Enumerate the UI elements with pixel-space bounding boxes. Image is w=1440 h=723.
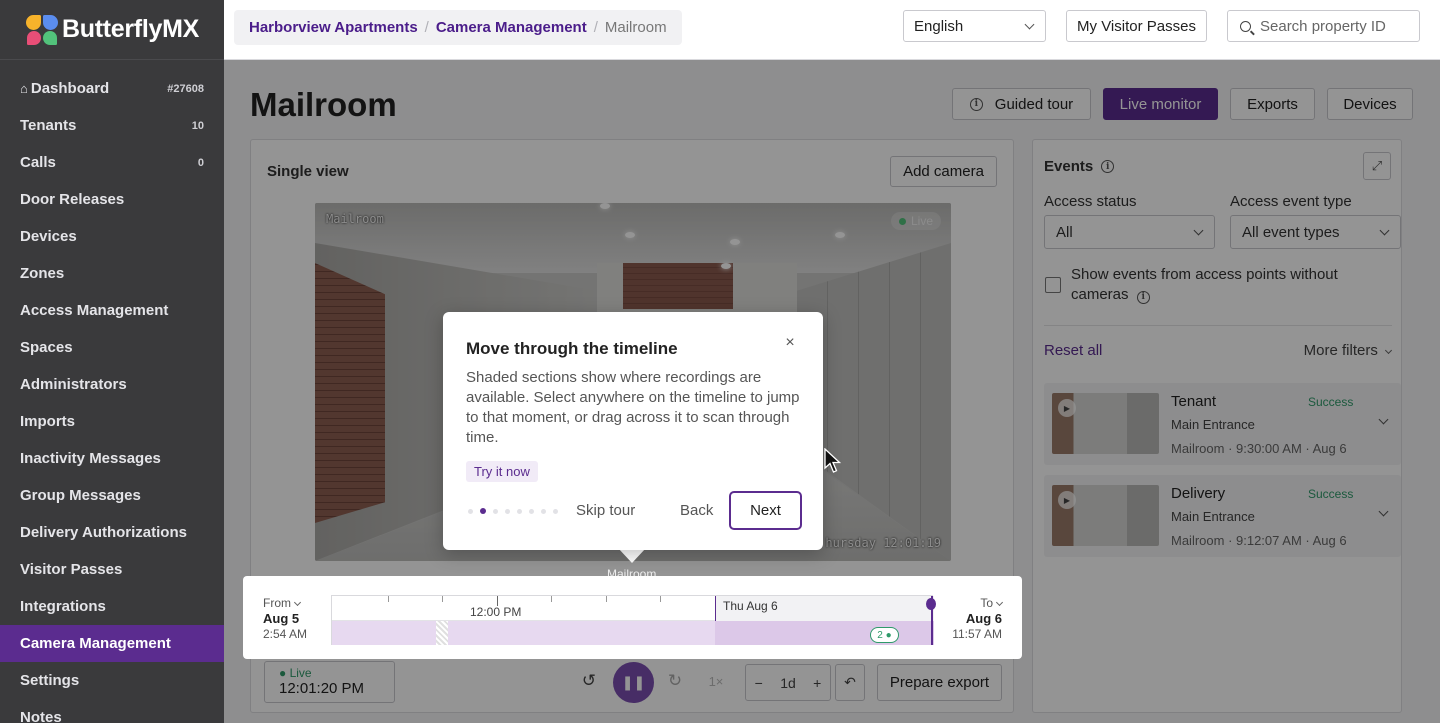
sidebar-item-group-messages[interactable]: Group Messages: [0, 477, 224, 514]
sidebar-item-camera-management[interactable]: Camera Management: [0, 625, 224, 662]
sidebar-item-label: Imports: [20, 413, 76, 430]
progress-dot: [505, 508, 510, 514]
day-date: Aug 6: [746, 599, 778, 613]
sidebar-item-label: Notes: [20, 709, 62, 723]
timeline: From Aug 5 2:54 AM 12:00 PM Thu Aug 6 2 …: [243, 576, 1022, 659]
property-id-badge: #27608: [167, 82, 204, 95]
progress-dot-active: [480, 508, 486, 514]
sidebar-item-label: Tenants: [20, 117, 77, 134]
tour-progress: [468, 508, 558, 514]
breadcrumb-property[interactable]: Harborview Apartments: [249, 19, 418, 36]
close-icon[interactable]: ×: [782, 334, 798, 351]
sidebar-item-label: Integrations: [20, 598, 106, 615]
timeline-day-label: Thu Aug 6: [715, 596, 934, 621]
sidebar-item-label: Calls: [20, 154, 56, 171]
event-count: 2: [877, 629, 883, 641]
playhead-handle[interactable]: [926, 598, 936, 610]
topbar: Harborview Apartments / Camera Managemen…: [224, 0, 1440, 60]
sidebar-item-inactivity-messages[interactable]: Inactivity Messages: [0, 440, 224, 477]
progress-dot: [517, 508, 522, 514]
timeline-track[interactable]: 12:00 PM Thu Aug 6 2 ●: [331, 595, 936, 645]
progress-dot: [493, 508, 498, 514]
sidebar-item-label: Access Management: [20, 302, 169, 319]
from-label: From: [263, 596, 291, 610]
sidebar-item-label: Zones: [20, 265, 65, 282]
sidebar-item-devices[interactable]: Devices: [0, 218, 224, 255]
recording-gap: [436, 621, 448, 645]
sidebar-item-label: Devices: [20, 228, 77, 245]
sidebar-nav: ⌂ Dashboard #27608 Tenants 10 Calls 0 Door …: [0, 60, 224, 723]
breadcrumb-separator: /: [424, 19, 429, 36]
sidebar-item-administrators[interactable]: Administrators: [0, 366, 224, 403]
tour-title: Move through the timeline: [466, 339, 678, 358]
to-date: Aug 6: [965, 611, 1002, 626]
event-cluster-badge[interactable]: 2 ●: [870, 627, 899, 643]
chevron-down-icon: [293, 598, 302, 607]
progress-dot: [553, 508, 558, 514]
sidebar-item-label: Camera Management: [20, 635, 171, 652]
count-badge: 0: [197, 156, 204, 169]
progress-dot: [468, 508, 473, 514]
sidebar-item-label: Inactivity Messages: [20, 450, 161, 467]
property-search[interactable]: [1227, 10, 1420, 42]
breadcrumb: Harborview Apartments / Camera Managemen…: [234, 10, 682, 45]
breadcrumb-current: Mailroom: [604, 19, 667, 36]
sidebar-item-tenants[interactable]: Tenants 10: [0, 107, 224, 144]
to-label: To: [980, 596, 993, 610]
search-icon: [1240, 20, 1251, 32]
skip-tour-button[interactable]: Skip tour: [576, 502, 635, 519]
home-icon: ⌂: [20, 81, 28, 96]
sidebar-item-delivery-authorizations[interactable]: Delivery Authorizations: [0, 514, 224, 551]
brand-name: ButterflyMX: [62, 15, 199, 43]
sidebar-item-dashboard[interactable]: ⌂ Dashboard #27608: [0, 70, 224, 107]
from-date: Aug 5: [263, 611, 300, 626]
sidebar-item-calls[interactable]: Calls 0: [0, 144, 224, 181]
progress-dot: [541, 508, 546, 514]
sidebar-item-label: Delivery Authorizations: [20, 524, 187, 541]
day-name: Thu: [723, 599, 744, 613]
sidebar-item-label: Settings: [20, 672, 80, 689]
count-badge: 10: [191, 119, 204, 132]
tour-body: Shaded sections show where recordings ar…: [466, 369, 800, 446]
brand-logo[interactable]: ButterflyMX: [0, 0, 224, 60]
my-visitor-passes-button[interactable]: My Visitor Passes: [1066, 10, 1207, 42]
timeline-time-label: 12:00 PM: [470, 605, 522, 619]
sidebar-item-imports[interactable]: Imports: [0, 403, 224, 440]
breadcrumb-separator: /: [593, 19, 598, 36]
sidebar-item-label: Spaces: [20, 339, 73, 356]
tour-dialog: Move through the timeline × Shaded secti…: [443, 312, 823, 550]
mouse-cursor-icon: [824, 448, 842, 473]
try-it-now-badge: Try it now: [466, 461, 538, 482]
next-button[interactable]: Next: [729, 491, 802, 530]
language-select[interactable]: English: [903, 10, 1046, 42]
butterfly-icon: [26, 14, 58, 45]
sidebar-item-label: Administrators: [20, 376, 127, 393]
tour-dialog-pointer: [618, 548, 646, 563]
sidebar-item-label: Door Releases: [20, 191, 125, 208]
language-value: English: [914, 17, 964, 35]
sidebar-item-label: Group Messages: [20, 487, 141, 504]
from-time: 2:54 AM: [263, 627, 308, 641]
search-input[interactable]: [1260, 17, 1410, 35]
sidebar-item-access-management[interactable]: Access Management: [0, 292, 224, 329]
sidebar-item-visitor-passes[interactable]: Visitor Passes: [0, 551, 224, 588]
to-time: 11:57 AM: [952, 627, 1002, 641]
chevron-down-icon: [1024, 19, 1035, 29]
timeline-from[interactable]: From Aug 5 2:54 AM: [263, 596, 307, 642]
sidebar-item-label: Dashboard: [30, 80, 110, 97]
sidebar-item-label: Visitor Passes: [20, 561, 123, 578]
chevron-down-icon: [995, 598, 1004, 607]
sidebar-item-zones[interactable]: Zones: [0, 255, 224, 292]
breadcrumb-camera-management[interactable]: Camera Management: [436, 19, 587, 36]
recording-segment[interactable]: [715, 621, 934, 645]
sidebar-item-notes[interactable]: Notes: [0, 699, 224, 723]
sidebar: ButterflyMX ⌂ Dashboard #27608 Tenants 10 …: [0, 0, 224, 723]
sidebar-item-door-releases[interactable]: Door Releases: [0, 181, 224, 218]
sidebar-item-spaces[interactable]: Spaces: [0, 329, 224, 366]
sidebar-item-integrations[interactable]: Integrations: [0, 588, 224, 625]
progress-dot: [529, 508, 534, 514]
back-button[interactable]: Back: [680, 502, 713, 519]
timeline-to[interactable]: To Aug 6 11:57 AM: [952, 596, 1004, 642]
sidebar-item-settings[interactable]: Settings: [0, 662, 224, 699]
